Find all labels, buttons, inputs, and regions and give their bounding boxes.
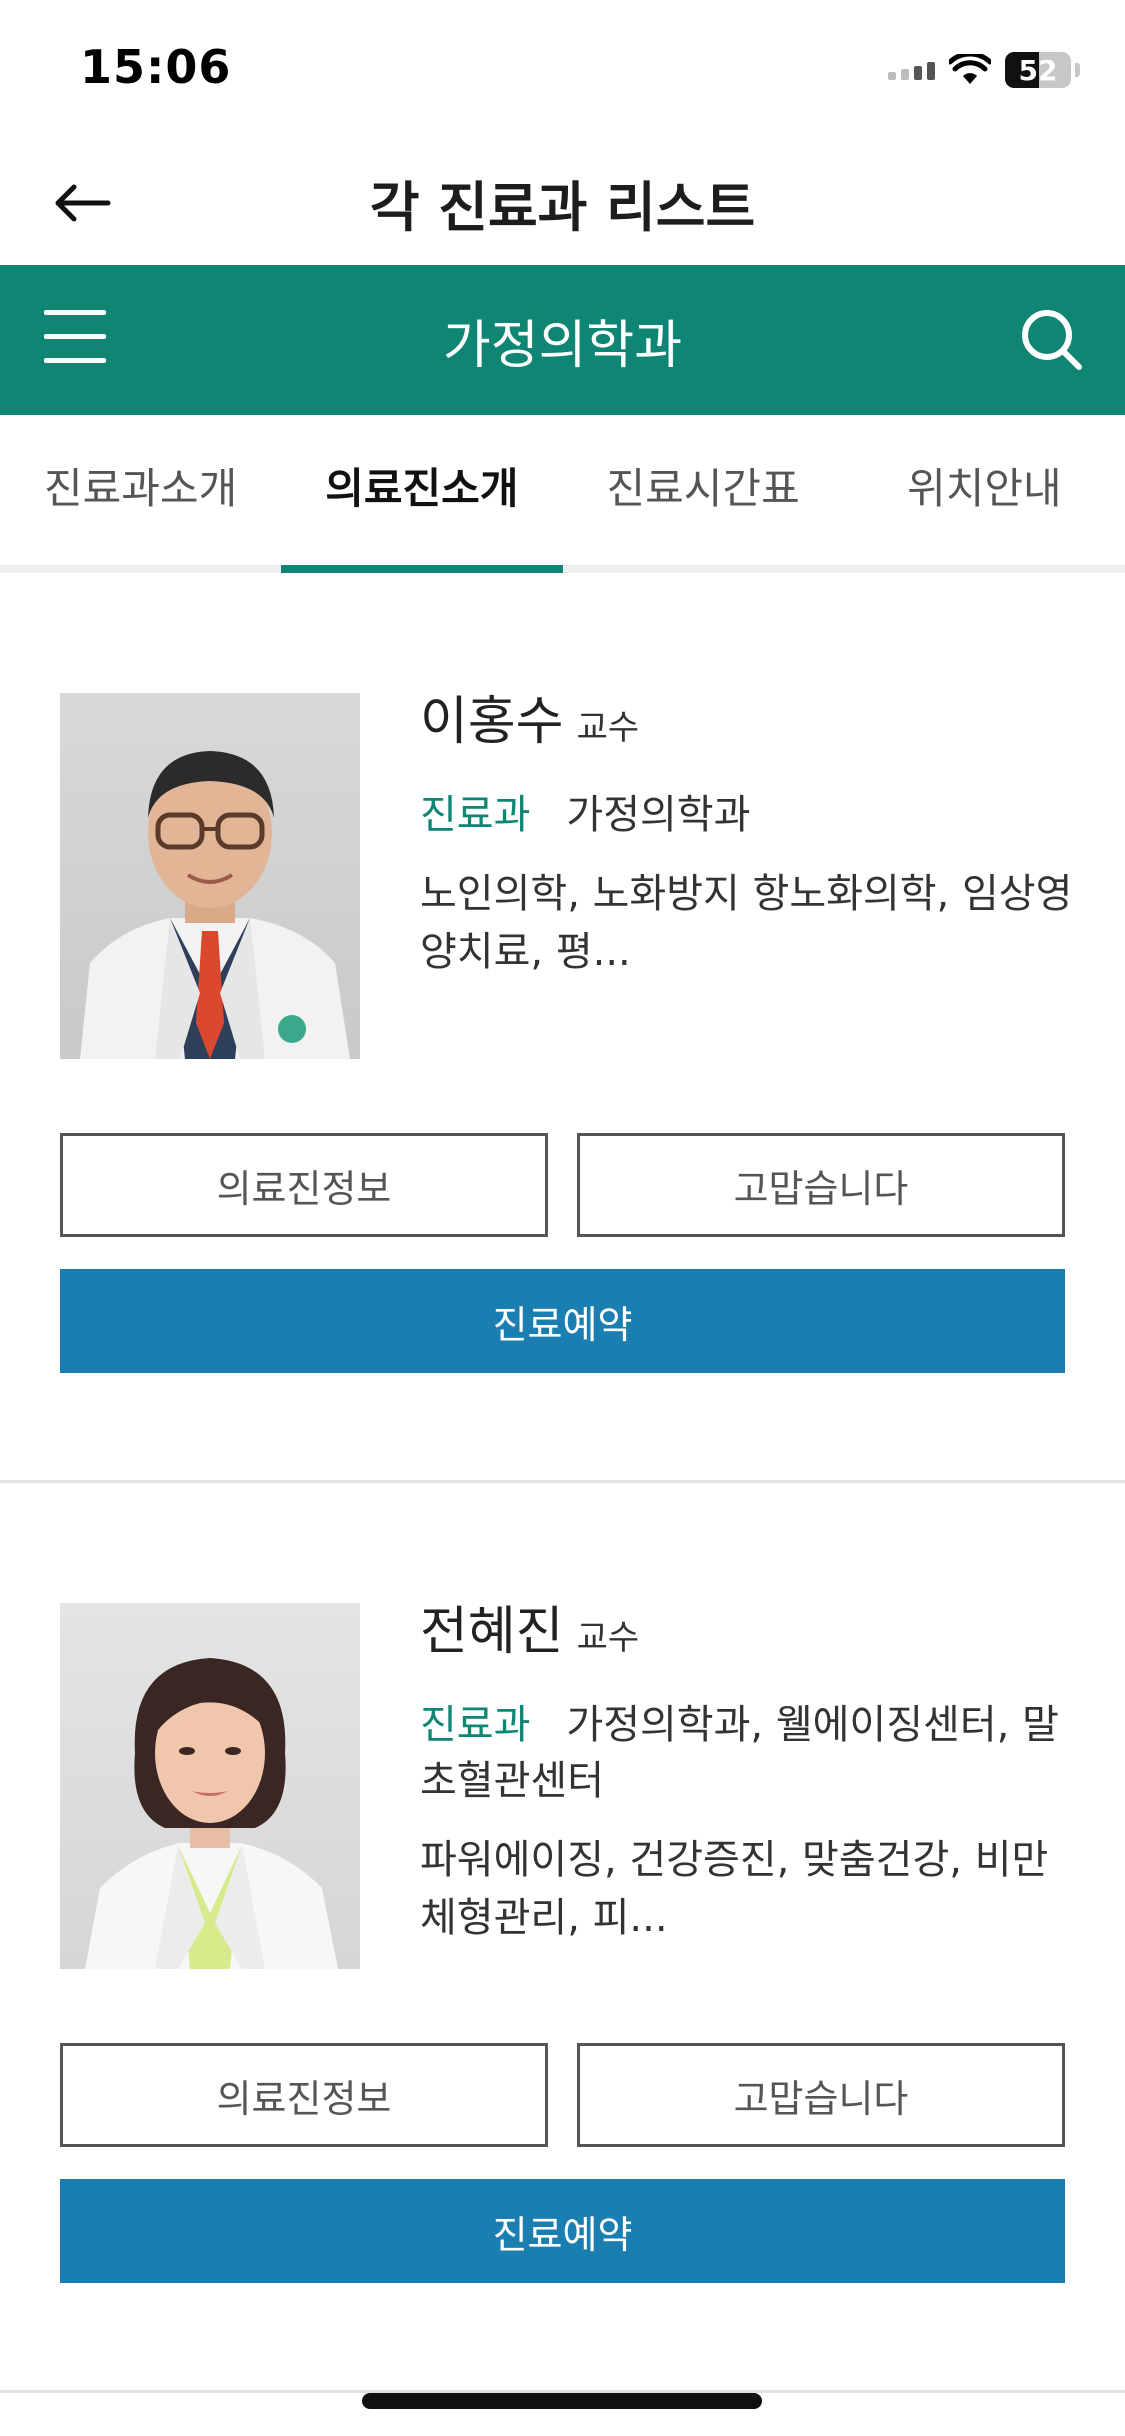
doctor-info: 이홍수 교수 진료과 가정의학과 노인의학, 노화방지 항노화의학, 임상영양치료… [420,691,1080,981]
doctor-name-row: 이홍수 교수 [420,691,1080,753]
department-bar: 가정의학과 [0,265,1125,415]
doctor-name-row: 전혜진 교수 [420,1601,1080,1663]
doctor-photo [60,693,360,1059]
doctor-name: 이홍수 [420,692,564,752]
tab-medical-staff[interactable]: 의료진소개 [281,415,563,573]
tab-bar: 진료과소개 의료진소개 진료시간표 위치안내 [0,415,1125,573]
specialty-text: 노인의학, 노화방지 항노화의학, 임상영양치료, 평... [420,871,1073,976]
reserve-button[interactable]: 진료예약 [60,1269,1065,1373]
nav-header: 각 진료과 리스트 [0,135,1125,265]
tab-location[interactable]: 위치안내 [844,415,1125,565]
tab-schedule[interactable]: 진료시간표 [563,415,844,565]
department-label: 진료과 [420,792,531,839]
cellular-signal-icon [888,60,935,80]
specialty-text: 파워에이징, 건강증진, 맞춤건강, 비만체형관리, 피... [420,1837,1049,1942]
reserve-button[interactable]: 진료예약 [60,2179,1065,2283]
department-row: 진료과 가정의학과 [420,787,1080,843]
doctor-photo [60,1603,360,1969]
department-value: 가정의학과 [566,792,751,839]
thanks-button[interactable]: 고맙습니다 [577,2043,1065,2147]
status-indicators: 52 [888,48,1080,92]
doctor-info-button[interactable]: 의료진정보 [60,2043,548,2147]
doctor-title: 교수 [576,708,640,748]
search-icon [1022,310,1082,370]
doctor-card: 전혜진 교수 진료과 가정의학과, 웰에이징센터, 말초혈관센터 파워에이징, 건… [0,1483,1125,2393]
department-row: 진료과 가정의학과, 웰에이징센터, 말초혈관센터 [420,1697,1080,1809]
wifi-icon [949,54,991,84]
battery-icon: 52 [1005,52,1071,88]
doctor-info: 전혜진 교수 진료과 가정의학과, 웰에이징센터, 말초혈관센터 파워에이징, 건… [420,1601,1080,1947]
battery-level: 52 [1018,53,1058,87]
status-bar: 15:06 52 [0,0,1125,135]
department-title: 가정의학과 [442,316,683,376]
page-title: 각 진료과 리스트 [369,176,756,239]
home-indicator[interactable] [362,2393,762,2409]
doctor-actions: 의료진정보 고맙습니다 [60,1133,1065,1237]
doctor-title: 교수 [576,1618,640,1658]
doctor-actions: 의료진정보 고맙습니다 [60,2043,1065,2147]
doctor-card: 이홍수 교수 진료과 가정의학과 노인의학, 노화방지 항노화의학, 임상영양치료… [0,573,1125,1483]
department-label: 진료과 [420,1702,531,1749]
thanks-button[interactable]: 고맙습니다 [577,1133,1065,1237]
status-time: 15:06 [80,40,232,94]
doctor-info-button[interactable]: 의료진정보 [60,1133,548,1237]
search-button[interactable] [1017,305,1087,375]
doctor-name: 전혜진 [420,1602,564,1662]
battery-tip [1075,63,1080,77]
tab-department-intro[interactable]: 진료과소개 [0,415,281,565]
